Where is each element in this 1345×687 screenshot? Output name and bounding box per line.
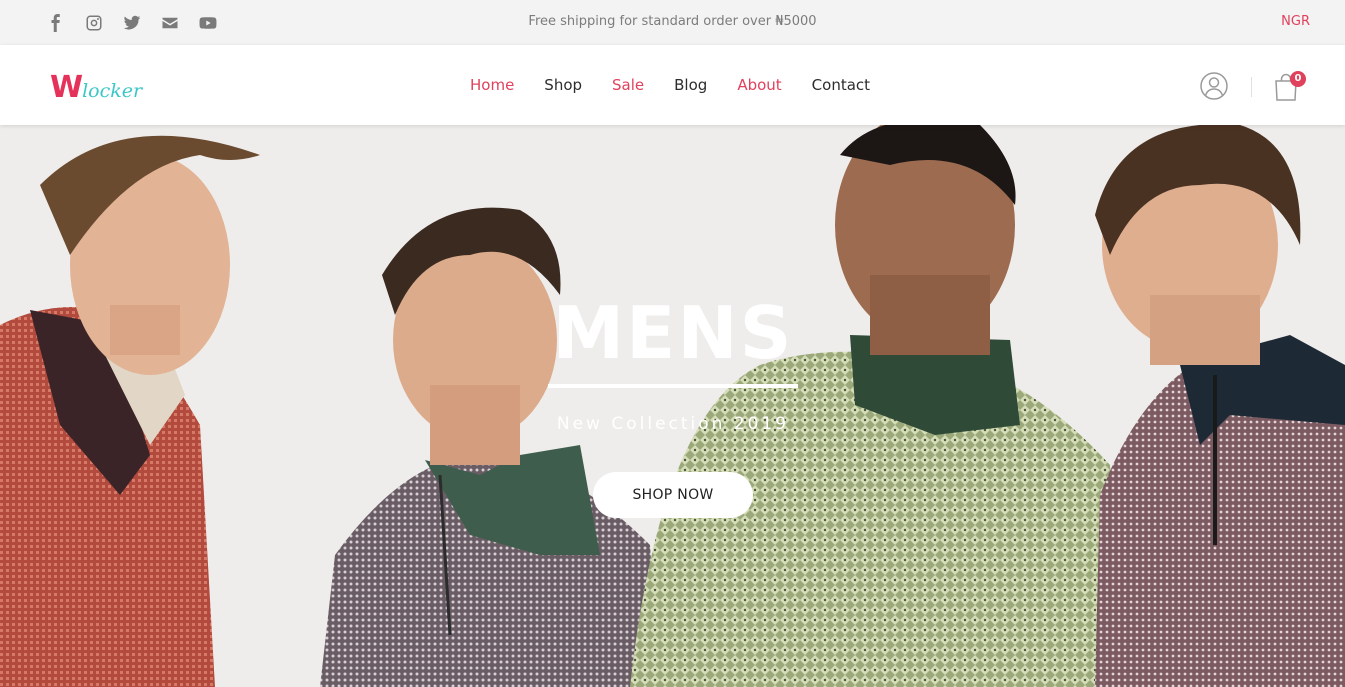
hero-subtitle: New Collection 2019: [556, 414, 790, 434]
nav-blog[interactable]: Blog: [674, 76, 707, 94]
logo-text: locker: [82, 80, 143, 102]
logo[interactable]: W locker: [50, 70, 143, 105]
top-bar: Free shipping for standard order over ₦5…: [0, 0, 1345, 45]
hero-divider: [548, 384, 798, 388]
shop-now-button[interactable]: SHOP NOW: [593, 472, 753, 518]
hero-models-image: [0, 125, 1345, 687]
nav-contact[interactable]: Contact: [812, 76, 870, 94]
hero-banner: MENS New Collection 2019 SHOP NOW: [0, 125, 1345, 687]
nav-sale[interactable]: Sale: [612, 76, 644, 94]
nav-about[interactable]: About: [737, 76, 781, 94]
nav-shop[interactable]: Shop: [544, 76, 582, 94]
hero-title: MENS: [552, 291, 794, 375]
main-nav: Home Shop Sale Blog About Contact: [470, 76, 870, 94]
header-divider: [1251, 77, 1252, 97]
nav-home[interactable]: Home: [470, 76, 514, 94]
currency-selector[interactable]: NGR: [1281, 14, 1310, 29]
shipping-notice: Free shipping for standard order over ₦5…: [528, 14, 817, 29]
user-account-icon[interactable]: [1200, 72, 1228, 100]
logo-letter: W: [50, 70, 83, 105]
cart-count-badge: 0: [1290, 71, 1306, 87]
main-header: W locker Home Shop Sale Blog About Conta…: [0, 45, 1345, 125]
